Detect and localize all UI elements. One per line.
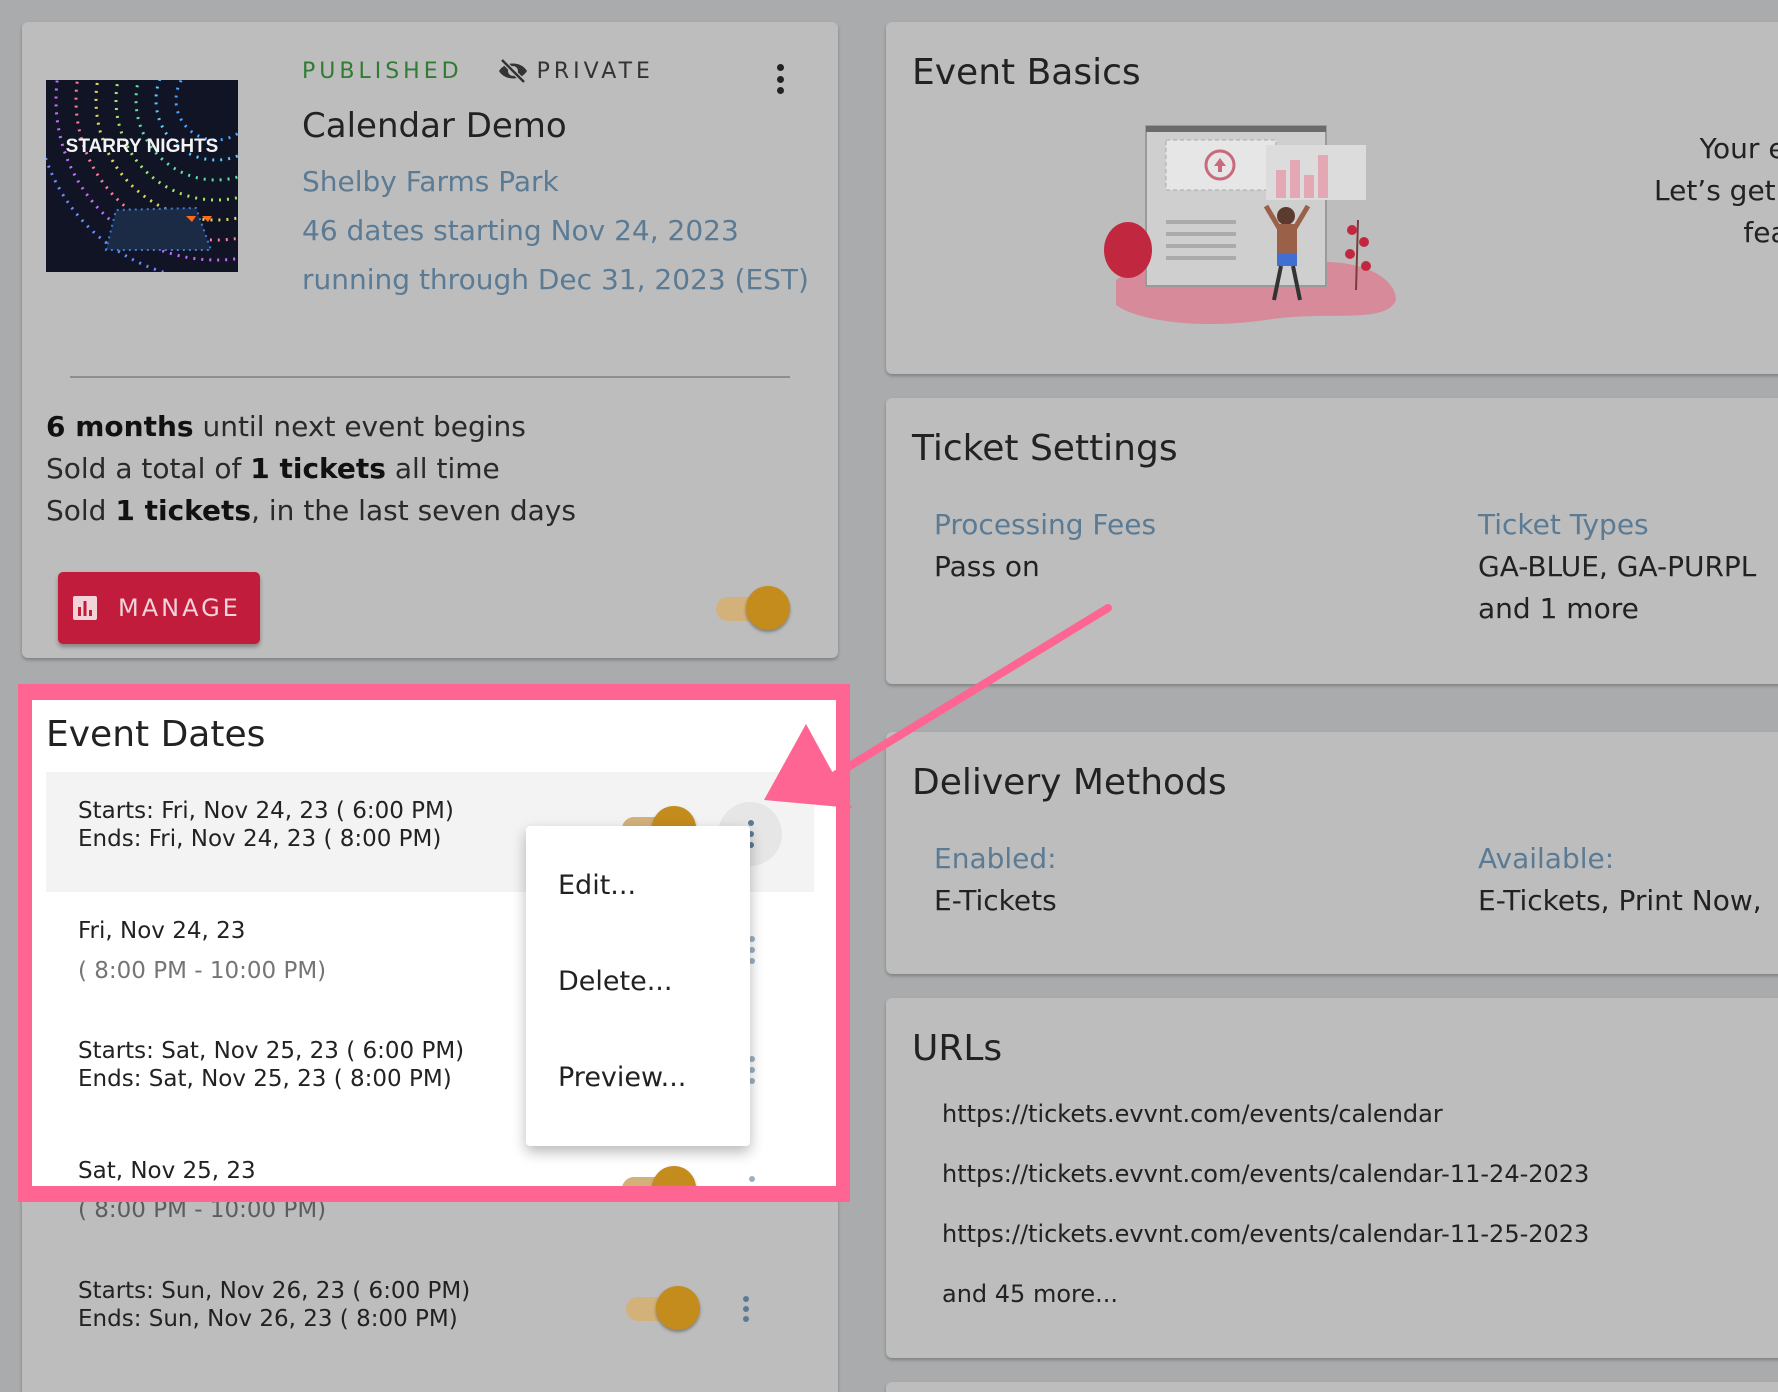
ticket-settings-card: Ticket Settings Processing Fees Pass on …	[886, 398, 1778, 684]
row-context-menu: Edit... Delete... Preview...	[526, 826, 750, 1146]
ticket-types-label: Ticket Types	[1478, 508, 1649, 541]
urls-title: URLs	[912, 1028, 1003, 1069]
available-label: Available:	[1478, 842, 1615, 875]
date-row-5-line2: Ends: Sun, Nov 26, 23 ( 8:00 PM)	[78, 1306, 458, 1332]
date-row-line2: ( 8:00 PM - 10:00 PM)	[78, 958, 327, 984]
manage-label: MANAGE	[118, 594, 241, 622]
ticket-settings-title: Ticket Settings	[912, 428, 1178, 469]
delivery-methods-title: Delivery Methods	[912, 762, 1227, 803]
event-active-toggle[interactable]	[716, 586, 790, 632]
date-row-line1: Starts: Sat, Nov 25, 23 ( 6:00 PM)	[78, 1038, 465, 1064]
url-link[interactable]: https://tickets.evvnt.com/events/calenda…	[942, 1160, 1589, 1188]
date-row-5-toggle[interactable]	[626, 1286, 700, 1332]
processing-fees-label: Processing Fees	[934, 508, 1157, 541]
delivery-methods-card: Delivery Methods Enabled: E-Tickets Avai…	[886, 732, 1778, 974]
eye-off-icon	[498, 58, 527, 84]
enabled-value: E-Tickets	[934, 884, 1057, 917]
bar-chart-icon	[73, 596, 97, 620]
event-basics-card: Event Basics Your event is n Let’s get o…	[886, 22, 1778, 374]
event-title: Calendar Demo	[302, 106, 567, 146]
menu-item-edit[interactable]: Edit...	[558, 870, 636, 901]
urls-card: URLs https://tickets.evvnt.com/events/ca…	[886, 998, 1778, 1358]
status-row: PUBLISHED PRIVATE	[302, 58, 654, 84]
enabled-label: Enabled:	[934, 842, 1057, 875]
date-row-line1: Starts: Fri, Nov 24, 23 ( 6:00 PM)	[78, 798, 454, 824]
date-row-line1: Fri, Nov 24, 23	[78, 918, 246, 944]
divider	[70, 376, 790, 378]
available-value: E-Tickets, Print Now,	[1478, 884, 1762, 917]
processing-fees-value: Pass on	[934, 550, 1040, 583]
more-vert-icon[interactable]	[748, 1176, 756, 1186]
event-stats: 6 months until next event begins Sold a …	[46, 406, 576, 532]
more-vert-icon[interactable]	[742, 1296, 750, 1322]
date-row-5-line1: Starts: Sun, Nov 26, 23 ( 6:00 PM)	[78, 1278, 471, 1304]
more-vert-icon[interactable]	[774, 64, 786, 94]
event-summary-card: STARRY NIGHTS PUBLISHED PRIVATE Calendar…	[22, 22, 838, 658]
next-card	[886, 1382, 1778, 1392]
event-dates-title: Event Dates	[46, 714, 266, 755]
url-link[interactable]: https://tickets.evvnt.com/events/calenda…	[942, 1220, 1589, 1248]
private-badge: PRIVATE	[497, 58, 654, 84]
event-thumbnail[interactable]: STARRY NIGHTS	[46, 80, 238, 272]
menu-item-delete[interactable]: Delete...	[558, 966, 672, 997]
thumbnail-text: STARRY NIGHTS	[66, 136, 219, 157]
menu-item-preview[interactable]: Preview...	[558, 1062, 686, 1093]
ticket-types-value: GA-BLUE, GA-PURPL and 1 more	[1478, 550, 1757, 625]
event-basics-message: Your event is n Let’s get one uplo featu…	[1653, 132, 1778, 249]
published-badge: PUBLISHED	[302, 58, 463, 84]
date-row-line2: Ends: Sat, Nov 25, 23 ( 8:00 PM)	[78, 1066, 452, 1092]
event-venue[interactable]: Shelby Farms Park	[302, 165, 559, 198]
urls-more-link[interactable]: and 45 more...	[942, 1280, 1118, 1308]
url-link[interactable]: https://tickets.evvnt.com/events/calenda…	[942, 1100, 1443, 1128]
event-running-through: running through Dec 31, 2023 (EST)	[302, 263, 809, 296]
upload-illustration	[1104, 125, 1396, 325]
date-row-line2: Ends: Fri, Nov 24, 23 ( 8:00 PM)	[78, 826, 442, 852]
date-row-line1: Sat, Nov 25, 23	[78, 1158, 256, 1184]
stat-total-sold: Sold a total of 1 tickets all time	[46, 452, 500, 485]
stat-next-event: 6 months until next event begins	[46, 410, 526, 443]
event-dates-summary: 46 dates starting Nov 24, 2023	[302, 214, 739, 247]
event-basics-title: Event Basics	[912, 52, 1141, 93]
private-label: PRIVATE	[536, 58, 654, 84]
date-row-toggle[interactable]	[622, 1166, 696, 1186]
manage-button[interactable]: MANAGE	[58, 572, 260, 644]
stat-recent-sold: Sold 1 tickets, in the last seven days	[46, 494, 576, 527]
